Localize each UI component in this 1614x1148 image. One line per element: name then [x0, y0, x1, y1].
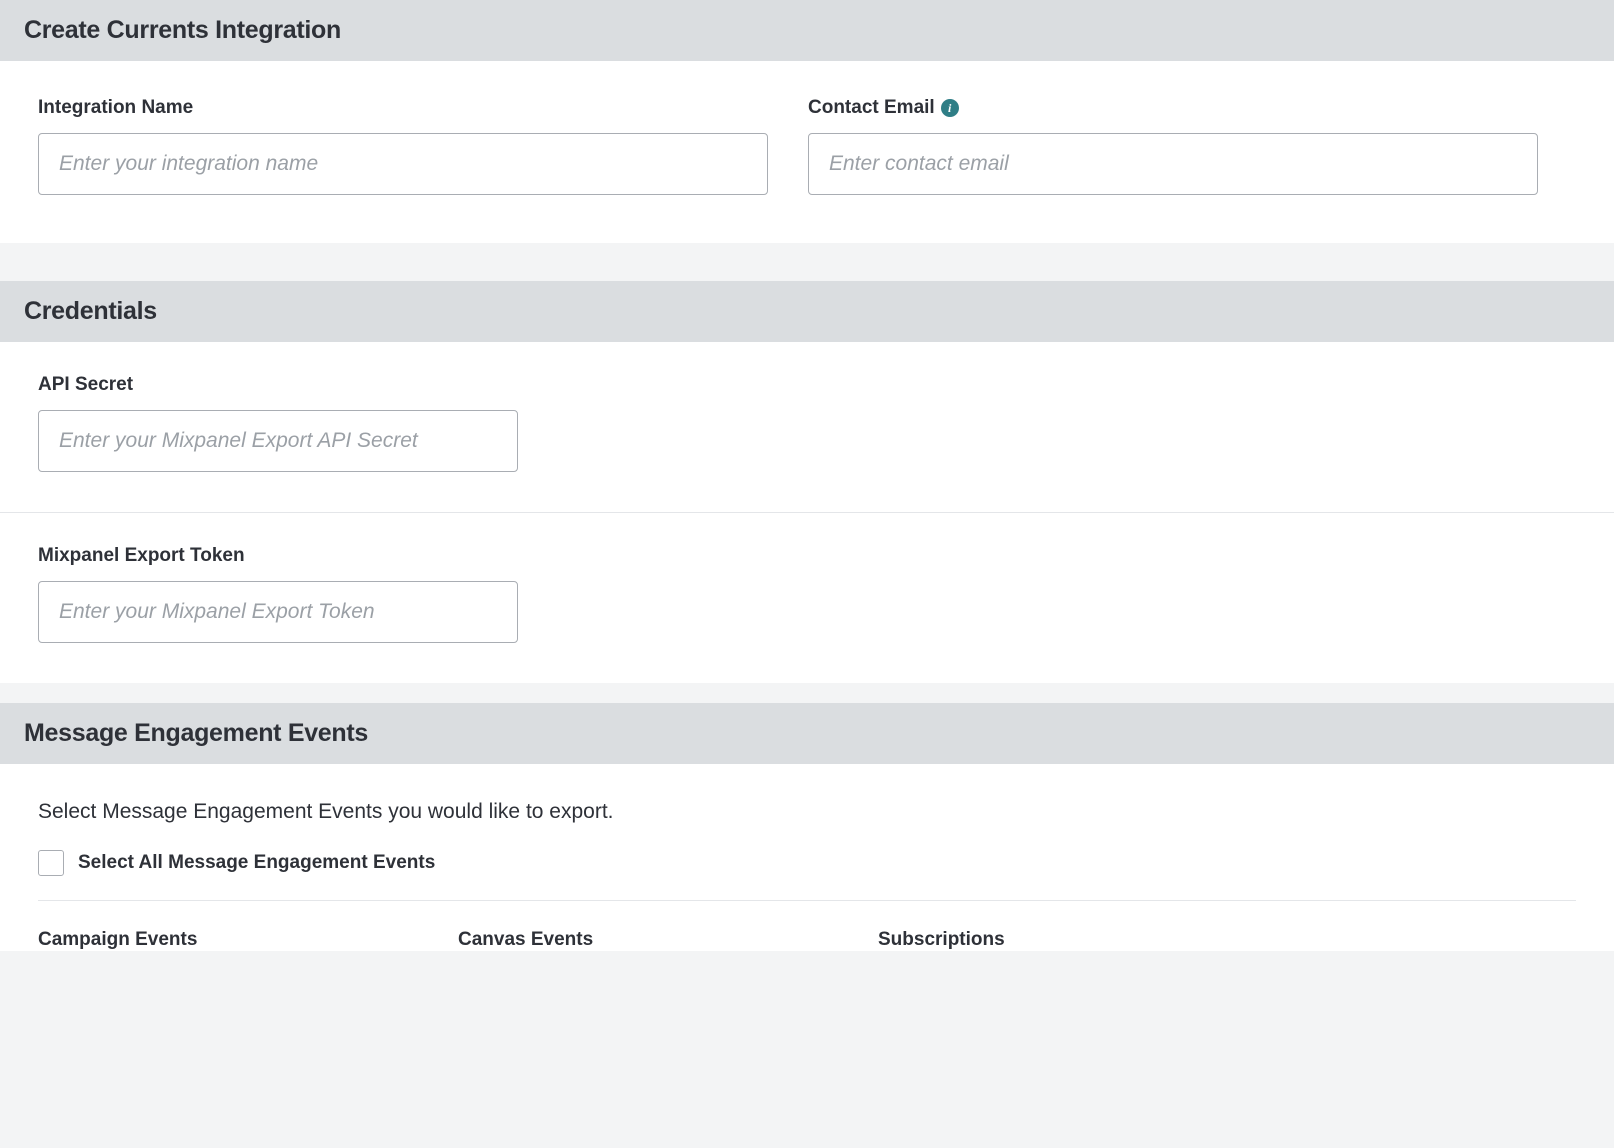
info-icon[interactable]: i [941, 99, 959, 117]
contact-email-label-row: Contact Email i [808, 97, 1538, 119]
section-gap-2 [0, 683, 1614, 703]
api-secret-label: API Secret [38, 374, 518, 396]
events-description: Select Message Engagement Events you wou… [38, 800, 1576, 824]
select-all-label: Select All Message Engagement Events [78, 852, 435, 874]
credentials-body: API Secret Mixpanel Export Token [0, 342, 1614, 683]
subscriptions-column: Subscriptions [878, 929, 1576, 951]
events-columns-row: Campaign Events Canvas Events Subscripti… [38, 900, 1576, 951]
campaign-events-header: Campaign Events [38, 929, 458, 951]
export-token-input[interactable] [38, 581, 518, 643]
subscriptions-header: Subscriptions [878, 929, 1576, 951]
create-integration-title: Create Currents Integration [24, 16, 1590, 45]
integration-name-group: Integration Name [38, 97, 768, 195]
contact-email-group: Contact Email i [808, 97, 1538, 195]
events-title: Message Engagement Events [24, 719, 1590, 748]
contact-email-input[interactable] [808, 133, 1538, 195]
api-secret-block: API Secret [0, 342, 1614, 513]
integration-name-input[interactable] [38, 133, 768, 195]
contact-email-label: Contact Email [808, 97, 935, 119]
events-header: Message Engagement Events [0, 703, 1614, 764]
integration-name-label: Integration Name [38, 97, 768, 119]
credentials-header: Credentials [0, 281, 1614, 342]
create-integration-header: Create Currents Integration [0, 0, 1614, 61]
api-secret-group: API Secret [38, 374, 518, 472]
credentials-title: Credentials [24, 297, 1590, 326]
create-integration-form-row: Integration Name Contact Email i [38, 97, 1576, 195]
canvas-events-header: Canvas Events [458, 929, 878, 951]
events-body: Select Message Engagement Events you wou… [0, 764, 1614, 951]
create-integration-body: Integration Name Contact Email i [0, 61, 1614, 243]
section-gap-1 [0, 243, 1614, 281]
select-all-checkbox[interactable] [38, 850, 64, 876]
api-secret-input[interactable] [38, 410, 518, 472]
export-token-block: Mixpanel Export Token [0, 513, 1614, 683]
export-token-group: Mixpanel Export Token [38, 545, 518, 643]
campaign-events-column: Campaign Events [38, 929, 458, 951]
canvas-events-column: Canvas Events [458, 929, 878, 951]
select-all-row: Select All Message Engagement Events [38, 850, 1576, 876]
export-token-label: Mixpanel Export Token [38, 545, 518, 567]
